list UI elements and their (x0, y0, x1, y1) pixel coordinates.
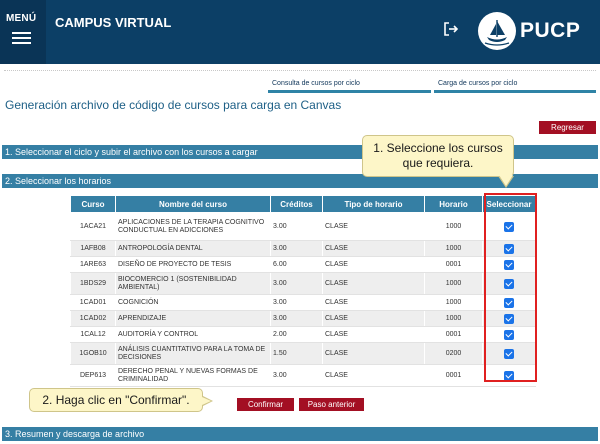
course-type: CLASE (322, 326, 425, 343)
paso-anterior-button[interactable]: Paso anterior (299, 398, 364, 411)
table-row: 1ARE63 DISEÑO DE PROYECTO DE TESIS 6.00 … (70, 256, 536, 273)
course-code: 1CAL12 (70, 326, 116, 343)
courses-table: Curso Nombre del curso Créditos Tipo de … (70, 195, 536, 387)
course-code: 1GOB10 (70, 342, 116, 365)
callout-tail (499, 175, 513, 186)
course-code: DEP613 (70, 364, 116, 387)
course-credits: 3.00 (270, 240, 323, 257)
table-row: 1AFB08 ANTROPOLOGÍA DENTAL 3.00 CLASE 10… (70, 240, 536, 257)
logout-icon[interactable] (443, 21, 459, 37)
course-schedule: 0200 (424, 342, 483, 365)
course-credits: 2.00 (270, 326, 323, 343)
section-step-3[interactable]: 3. Resumen y descarga de archivo (2, 427, 598, 441)
column-header-curso: Curso (70, 195, 116, 213)
table-header-row: Curso Nombre del curso Créditos Tipo de … (70, 195, 536, 213)
course-name: BIOCOMERCIO 1 (SOSTENIBILIDAD AMBIENTAL) (115, 272, 271, 295)
course-schedule: 1000 (424, 212, 483, 241)
carga-cursos-link[interactable]: Carga de cursos por ciclo (434, 77, 596, 93)
course-name: DISEÑO DE PROYECTO DE TESIS (115, 256, 271, 273)
course-type: CLASE (322, 294, 425, 311)
course-code: 1CAD02 (70, 310, 116, 327)
course-code: 1AFB08 (70, 240, 116, 257)
course-type: CLASE (322, 342, 425, 365)
select-checkbox[interactable] (504, 297, 514, 308)
table-row: 1CAL12 AUDITORÍA Y CONTROL 2.00 CLASE 00… (70, 326, 536, 343)
column-header-creditos: Créditos (270, 195, 323, 213)
course-credits: 1.50 (270, 342, 323, 365)
course-schedule: 0001 (424, 326, 483, 343)
course-name: ANTROPOLOGÍA DENTAL (115, 240, 271, 257)
callout-click-confirm: 2. Haga clic en "Confirmar". (29, 388, 203, 412)
course-code: 1BDS29 (70, 272, 116, 295)
course-credits: 3.00 (270, 310, 323, 327)
course-name: DERECHO PENAL Y NUEVAS FORMAS DE CRIMINA… (115, 364, 271, 387)
consulta-cursos-link[interactable]: Consulta de cursos por ciclo (268, 77, 431, 93)
course-credits: 3.00 (270, 294, 323, 311)
column-header-tipo: Tipo de horario (322, 195, 425, 213)
table-row: 1ACA21 APLICACIONES DE LA TERAPIA COGNIT… (70, 212, 536, 241)
course-credits: 3.00 (270, 272, 323, 295)
callout-select-courses: 1. Seleccione los cursos que requiera. (362, 135, 514, 177)
callout-tail (202, 397, 211, 405)
column-header-nombre: Nombre del curso (115, 195, 271, 213)
select-checkbox[interactable] (504, 278, 514, 289)
select-checkbox[interactable] (504, 370, 514, 381)
course-credits: 3.00 (270, 364, 323, 387)
divider (4, 70, 596, 71)
menu-label: MENÚ (6, 13, 37, 24)
select-checkbox[interactable] (504, 348, 514, 359)
course-credits: 3.00 (270, 212, 323, 241)
top-bar: MENÚ CAMPUS VIRTUAL PUCP (0, 0, 600, 64)
select-checkbox[interactable] (504, 259, 514, 270)
course-type: CLASE (322, 240, 425, 257)
column-header-horario: Horario (424, 195, 483, 213)
course-type: CLASE (322, 364, 425, 387)
course-code: 1ACA21 (70, 212, 116, 241)
course-code: 1CAD01 (70, 294, 116, 311)
menu-button[interactable]: MENÚ (0, 0, 46, 64)
select-checkbox[interactable] (504, 221, 514, 232)
select-checkbox[interactable] (504, 313, 514, 324)
course-type: CLASE (322, 272, 425, 295)
table-row: 1BDS29 BIOCOMERCIO 1 (SOSTENIBILIDAD AMB… (70, 272, 536, 295)
course-credits: 6.00 (270, 256, 323, 273)
course-name: APLICACIONES DE LA TERAPIA COGNITIVO CON… (115, 212, 271, 241)
course-schedule: 1000 (424, 272, 483, 295)
course-type: CLASE (322, 256, 425, 273)
course-schedule: 1000 (424, 294, 483, 311)
course-schedule: 0001 (424, 256, 483, 273)
regresar-button[interactable]: Regresar (539, 121, 596, 134)
page-title: Generación archivo de código de cursos p… (5, 98, 342, 112)
course-name: COGNICIÓN (115, 294, 271, 311)
course-code: 1ARE63 (70, 256, 116, 273)
course-type: CLASE (322, 212, 425, 241)
course-schedule: 1000 (424, 310, 483, 327)
pucp-seal-icon (478, 12, 516, 50)
course-name: AUDITORÍA Y CONTROL (115, 326, 271, 343)
app-title: CAMPUS VIRTUAL (55, 15, 172, 30)
course-schedule: 1000 (424, 240, 483, 257)
course-name: ANÁLISIS CUANTITATIVO PARA LA TOMA DE DE… (115, 342, 271, 365)
table-row: DEP613 DERECHO PENAL Y NUEVAS FORMAS DE … (70, 364, 536, 387)
course-type: CLASE (322, 310, 425, 327)
select-checkbox[interactable] (504, 243, 514, 254)
pucp-logo-text: PUCP (520, 19, 581, 42)
course-schedule: 0001 (424, 364, 483, 387)
course-name: APRENDIZAJE (115, 310, 271, 327)
table-row: 1GOB10 ANÁLISIS CUANTITATIVO PARA LA TOM… (70, 342, 536, 365)
confirmar-button[interactable]: Confirmar (237, 398, 294, 411)
column-header-seleccionar: Seleccionar (482, 195, 536, 213)
table-row: 1CAD01 COGNICIÓN 3.00 CLASE 1000 (70, 294, 536, 311)
select-checkbox[interactable] (504, 329, 514, 340)
table-row: 1CAD02 APRENDIZAJE 3.00 CLASE 1000 (70, 310, 536, 327)
